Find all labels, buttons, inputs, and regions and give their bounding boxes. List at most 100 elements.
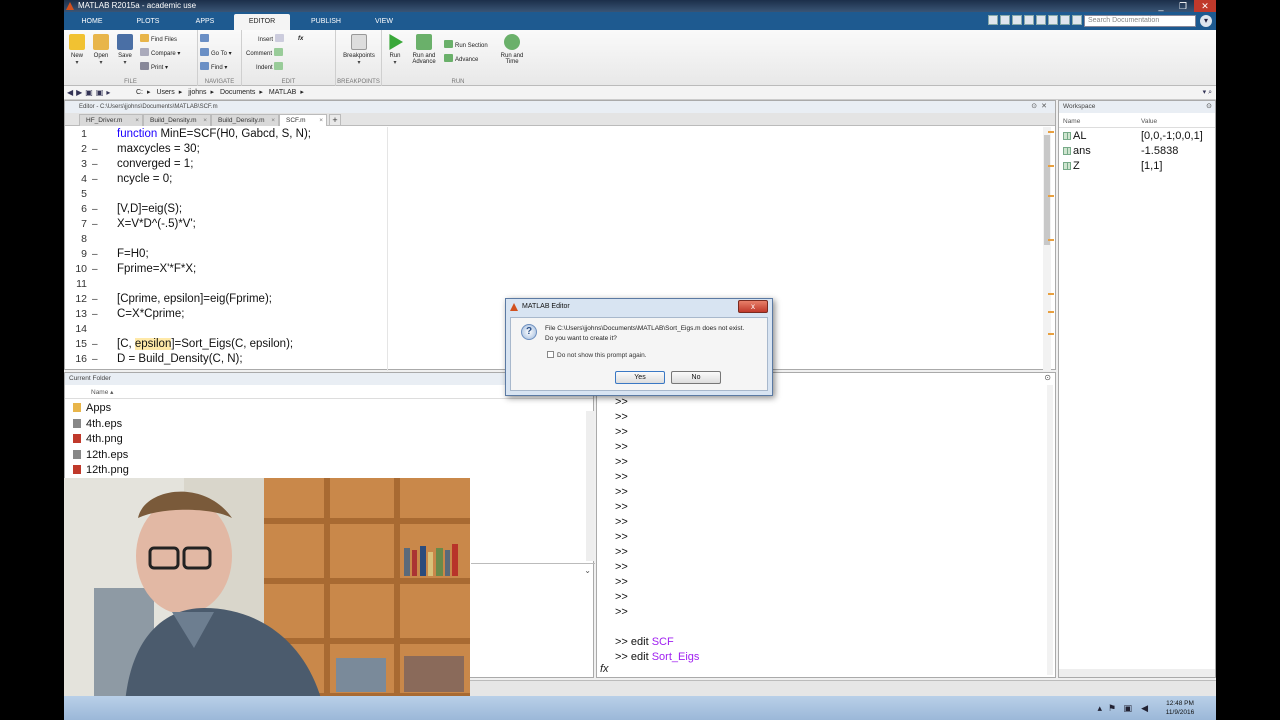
- insert-button[interactable]: Insert: [258, 34, 286, 44]
- goto-button[interactable]: Go To ▾: [200, 48, 232, 58]
- folder-item[interactable]: 12th.png: [73, 463, 129, 478]
- file-tab-active[interactable]: SCF.m ×: [279, 114, 327, 126]
- dont-show-checkbox[interactable]: Do not show this prompt again.: [547, 351, 647, 359]
- tab-editor[interactable]: EDITOR: [234, 14, 290, 30]
- file-tab[interactable]: HF_Driver.m ×: [79, 114, 143, 126]
- folder-item[interactable]: 4th.eps: [73, 417, 122, 432]
- details-toggle[interactable]: ⌄: [471, 563, 595, 577]
- breakpoint-dash[interactable]: –: [92, 337, 98, 352]
- file-tab[interactable]: Build_Density.m ×: [143, 114, 211, 126]
- code-line[interactable]: 4– ncycle = 0;: [65, 172, 1045, 187]
- tab-publish[interactable]: PUBLISH: [302, 14, 350, 30]
- run-and-time-button[interactable]: Run and Time: [496, 34, 528, 65]
- code-line[interactable]: 2– maxcycles = 30;: [65, 142, 1045, 157]
- yes-button[interactable]: Yes: [615, 371, 665, 384]
- run-and-advance-button[interactable]: Run and Advance: [408, 34, 440, 65]
- new-button[interactable]: New ▾: [64, 34, 90, 66]
- code-line[interactable]: 8: [65, 232, 1045, 247]
- open-button[interactable]: Open ▾: [88, 34, 114, 66]
- code-line[interactable]: 3– converged = 1;: [65, 157, 1045, 172]
- workspace-variable-row[interactable]: Z [1,1]: [1059, 159, 1216, 174]
- folder-item[interactable]: 12th.eps: [73, 448, 128, 463]
- command-window-options-icon[interactable]: ⊙: [1044, 373, 1051, 382]
- insert-function-button[interactable]: fx: [298, 34, 303, 44]
- path-segment[interactable]: Users: [156, 89, 174, 96]
- workspace-name-header[interactable]: Name: [1063, 116, 1080, 128]
- breakpoint-dash[interactable]: –: [92, 172, 98, 187]
- run-button[interactable]: Run ▾: [382, 34, 408, 66]
- workspace-h-scrollbar[interactable]: [1059, 669, 1215, 677]
- checkbox-box[interactable]: [547, 351, 554, 358]
- copy-quick-icon[interactable]: [1012, 15, 1022, 25]
- command-scrollbar[interactable]: [1047, 385, 1053, 675]
- no-button[interactable]: No: [671, 371, 721, 384]
- workspace-variable-row[interactable]: AL [0,0,-1;0,0,1]: [1059, 129, 1216, 144]
- close-window-button[interactable]: ✕: [1194, 0, 1216, 12]
- find-button[interactable]: Find ▾: [200, 62, 227, 72]
- minimize-button[interactable]: _: [1150, 0, 1172, 12]
- network-icon[interactable]: ▣: [1123, 703, 1132, 714]
- breakpoint-dash[interactable]: –: [92, 352, 98, 367]
- breakpoint-dash[interactable]: –: [92, 307, 98, 322]
- help-menu-icon[interactable]: ▾: [1200, 15, 1212, 27]
- indent-button[interactable]: Indent: [256, 62, 285, 72]
- close-tab-icon[interactable]: ×: [319, 115, 323, 127]
- address-nav-icons[interactable]: ◀▶▣▣▸: [67, 86, 113, 100]
- path-segment[interactable]: MATLAB: [269, 89, 297, 96]
- tab-view[interactable]: VIEW: [364, 14, 404, 30]
- cut-quick-icon[interactable]: [1000, 15, 1010, 25]
- workspace-variable-row[interactable]: ans -1.5838: [1059, 144, 1216, 159]
- save-button[interactable]: Save ▾: [112, 34, 138, 66]
- path-segment[interactable]: Documents: [220, 89, 255, 96]
- folder-item[interactable]: Apps: [73, 401, 111, 416]
- close-tab-icon[interactable]: ×: [271, 115, 275, 127]
- redo-quick-icon[interactable]: [1048, 15, 1058, 25]
- code-line[interactable]: 6– [V,D]=eig(S);: [65, 202, 1045, 217]
- breakpoint-dash[interactable]: –: [92, 217, 98, 232]
- folder-scrollbar[interactable]: [586, 411, 594, 561]
- search-documentation-input[interactable]: Search Documentation: [1084, 15, 1196, 27]
- folder-item[interactable]: 4th.png: [73, 432, 123, 447]
- taskbar-clock[interactable]: 12:48 PM 11/9/2016: [1160, 699, 1200, 717]
- close-tab-icon[interactable]: ×: [203, 115, 207, 127]
- tab-home[interactable]: HOME: [72, 14, 112, 30]
- breakpoints-button[interactable]: Breakpoints ▾: [339, 34, 379, 66]
- breakpoint-dash[interactable]: –: [92, 292, 98, 307]
- fx-function-browser-icon[interactable]: fx: [600, 663, 609, 675]
- close-tab-icon[interactable]: ×: [135, 115, 139, 127]
- tray-arrow-icon[interactable]: ▴: [1097, 703, 1102, 714]
- paste-quick-icon[interactable]: [1024, 15, 1034, 25]
- command-window[interactable]: ⊙ >> >> >> >> >> >> >> >> >> >> >> >> >> >> >> >> edit…: [596, 372, 1056, 678]
- path-segment[interactable]: C:: [136, 89, 143, 96]
- path-segment[interactable]: jjohns: [188, 89, 206, 96]
- new-tab-button[interactable]: +: [329, 114, 341, 126]
- find-files-button[interactable]: Find Files: [140, 34, 177, 44]
- code-line[interactable]: 10– Fprime=X'*F*X;: [65, 262, 1045, 277]
- maximize-button[interactable]: ❐: [1172, 0, 1194, 12]
- workspace-options-icon[interactable]: ⊙: [1206, 101, 1212, 113]
- code-line[interactable]: 5: [65, 187, 1045, 202]
- tab-apps[interactable]: APPS: [184, 14, 226, 30]
- comment-button[interactable]: Comment: [246, 48, 285, 58]
- print-button[interactable]: Print ▾: [140, 62, 168, 72]
- breakpoint-dash[interactable]: –: [92, 262, 98, 277]
- save-quick-icon[interactable]: [988, 15, 998, 25]
- help-quick-icon[interactable]: [1072, 15, 1082, 25]
- dialog-close-button[interactable]: x: [738, 300, 768, 313]
- undo-quick-icon[interactable]: [1036, 15, 1046, 25]
- path-search-icon[interactable]: ▾ ⌕: [1203, 86, 1212, 100]
- switch-windows-quick-icon[interactable]: [1060, 15, 1070, 25]
- breakpoint-dash[interactable]: –: [92, 142, 98, 157]
- breakpoint-dash[interactable]: –: [92, 202, 98, 217]
- code-line[interactable]: 7– X=V*D^(-.5)*V';: [65, 217, 1045, 232]
- path-breadcrumb[interactable]: C: ▸ Users ▸ jjohns ▸ Documents ▸ MATLAB ▸: [136, 86, 308, 100]
- file-tab[interactable]: Build_Density.m ×: [211, 114, 279, 126]
- flag-icon[interactable]: ⚑: [1108, 703, 1116, 714]
- code-line[interactable]: 11: [65, 277, 1045, 292]
- breakpoint-dash[interactable]: –: [92, 157, 98, 172]
- code-line[interactable]: 9– F=H0;: [65, 247, 1045, 262]
- code-line[interactable]: 1 function MinE=SCF(H0, Gabcd, S, N);: [65, 127, 1045, 142]
- editor-panel-controls[interactable]: ⊙✕: [1031, 101, 1051, 113]
- back-forward-nav[interactable]: [200, 34, 211, 44]
- volume-icon[interactable]: ◀: [1141, 703, 1148, 714]
